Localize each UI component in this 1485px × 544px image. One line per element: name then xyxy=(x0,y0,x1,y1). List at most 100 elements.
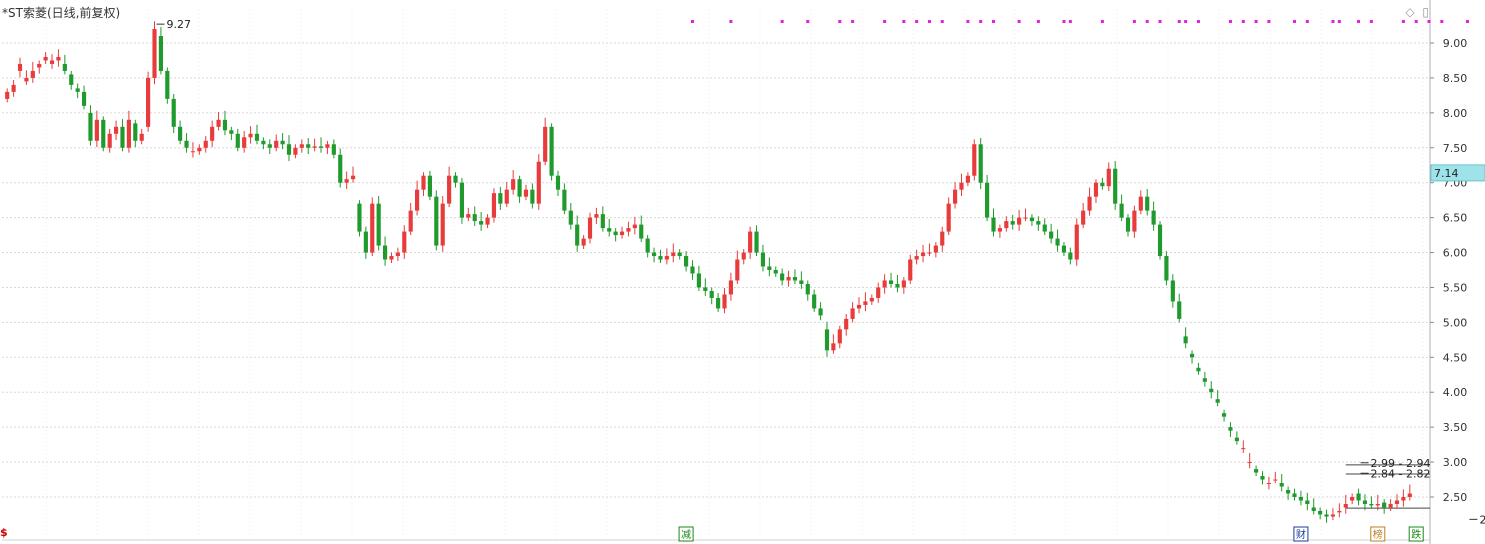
candle-body xyxy=(280,140,285,145)
candle-body xyxy=(1010,221,1015,225)
candle-body xyxy=(421,175,426,190)
candle-body xyxy=(831,343,836,351)
signal-marker xyxy=(1184,20,1188,23)
candle-body xyxy=(1350,497,1355,501)
candle-body xyxy=(293,147,298,155)
candle-body xyxy=(312,146,317,148)
candle-body xyxy=(568,210,573,225)
candle-body xyxy=(748,231,753,253)
candle-body xyxy=(978,144,983,183)
candle-body xyxy=(1177,301,1182,319)
signal-marker xyxy=(851,20,855,23)
candle-body xyxy=(639,224,644,239)
candle-body xyxy=(94,119,99,141)
candle-body xyxy=(1279,483,1284,487)
candle-body xyxy=(940,231,945,246)
signal-marker xyxy=(1036,20,1040,23)
candle-body xyxy=(350,175,356,180)
candle-body xyxy=(594,214,599,218)
signal-marker xyxy=(915,20,919,23)
candle-body xyxy=(363,231,368,253)
candle-body xyxy=(17,63,23,71)
candle-body xyxy=(523,189,529,197)
candle-body xyxy=(1074,224,1079,260)
signal-marker xyxy=(1427,20,1431,23)
candle-body xyxy=(863,301,868,305)
candle-body xyxy=(1318,510,1323,515)
candle-body xyxy=(139,133,144,141)
candle-body xyxy=(997,228,1002,232)
candle-body xyxy=(952,189,958,204)
candle-body xyxy=(1254,469,1259,473)
price-annotation: 2.84 - 2.82 xyxy=(1371,467,1431,480)
chart-canvas[interactable]: 9.008.508.007.507.006.506.005.505.004.50… xyxy=(0,0,1485,544)
candle-body xyxy=(581,238,586,246)
candle-body xyxy=(216,119,221,127)
candle-body xyxy=(626,228,631,232)
candle-body xyxy=(869,297,874,302)
candle-body xyxy=(780,273,785,281)
candle-body xyxy=(242,137,247,148)
candle-body xyxy=(1375,503,1380,506)
candle-body xyxy=(664,256,669,260)
candle-body xyxy=(536,161,541,204)
diamond-icon[interactable]: ◇ xyxy=(1405,5,1414,19)
candle-body xyxy=(1170,280,1175,302)
candle-body xyxy=(959,182,964,190)
event-marker-label: 跌 xyxy=(1411,528,1421,541)
candle-body xyxy=(1401,497,1406,501)
signal-marker xyxy=(940,20,944,23)
candle-body xyxy=(178,126,183,141)
y-tick-label: 8.00 xyxy=(1443,107,1468,120)
candle-body xyxy=(1113,168,1118,204)
candle-body xyxy=(235,133,240,148)
candle-body xyxy=(415,189,420,211)
candle-body xyxy=(914,256,919,260)
y-tick-label: 6.00 xyxy=(1443,247,1468,260)
candle-body xyxy=(133,123,138,141)
candle-body xyxy=(600,214,605,229)
candle-body xyxy=(1029,217,1035,222)
price-annotation: 2.18 xyxy=(1479,513,1485,526)
y-tick-label: 5.00 xyxy=(1443,316,1468,329)
candle-body xyxy=(30,70,35,78)
event-marker-label: 榜 xyxy=(1373,528,1383,541)
candlestick-chart[interactable]: 9.00 8.50 8.00 7.50 7.00 6.50 6.00 5.50 5.00 4.50… xyxy=(0,0,1485,544)
candle-body xyxy=(1292,493,1297,497)
candle-body xyxy=(318,146,324,148)
signal-marker xyxy=(979,20,983,23)
candle-body xyxy=(485,217,490,225)
candle-body xyxy=(120,126,125,148)
signal-marker xyxy=(1132,20,1136,23)
signal-marker xyxy=(1293,20,1297,23)
candle-body xyxy=(619,231,625,236)
y-tick-label: 7.50 xyxy=(1443,142,1468,155)
candle-body xyxy=(1241,448,1246,450)
candle-body xyxy=(754,231,759,253)
signal-marker xyxy=(1337,20,1341,23)
candle-body xyxy=(607,228,612,232)
candle-body xyxy=(395,252,400,257)
candle-body xyxy=(101,119,106,148)
signal-marker xyxy=(1196,20,1200,23)
candle-body xyxy=(837,329,842,344)
candle-body xyxy=(543,126,548,162)
candle-body xyxy=(677,252,682,257)
candle-body xyxy=(632,224,637,229)
candle-body xyxy=(1061,245,1067,253)
candle-body xyxy=(229,130,234,134)
candle-body xyxy=(344,179,349,183)
candle-body xyxy=(1266,483,1271,485)
candle-body xyxy=(549,126,554,176)
candle-body xyxy=(1382,502,1387,508)
candle-body xyxy=(844,318,849,330)
candle-body xyxy=(876,287,881,298)
window-icon[interactable]: ▯ xyxy=(1422,5,1429,19)
signal-marker xyxy=(1357,20,1361,23)
candle-body xyxy=(376,203,381,246)
candle-body xyxy=(972,144,977,176)
candle-body xyxy=(1234,437,1239,442)
candle-body xyxy=(357,203,362,232)
candle-body xyxy=(1119,203,1124,218)
candle-body xyxy=(658,256,663,260)
